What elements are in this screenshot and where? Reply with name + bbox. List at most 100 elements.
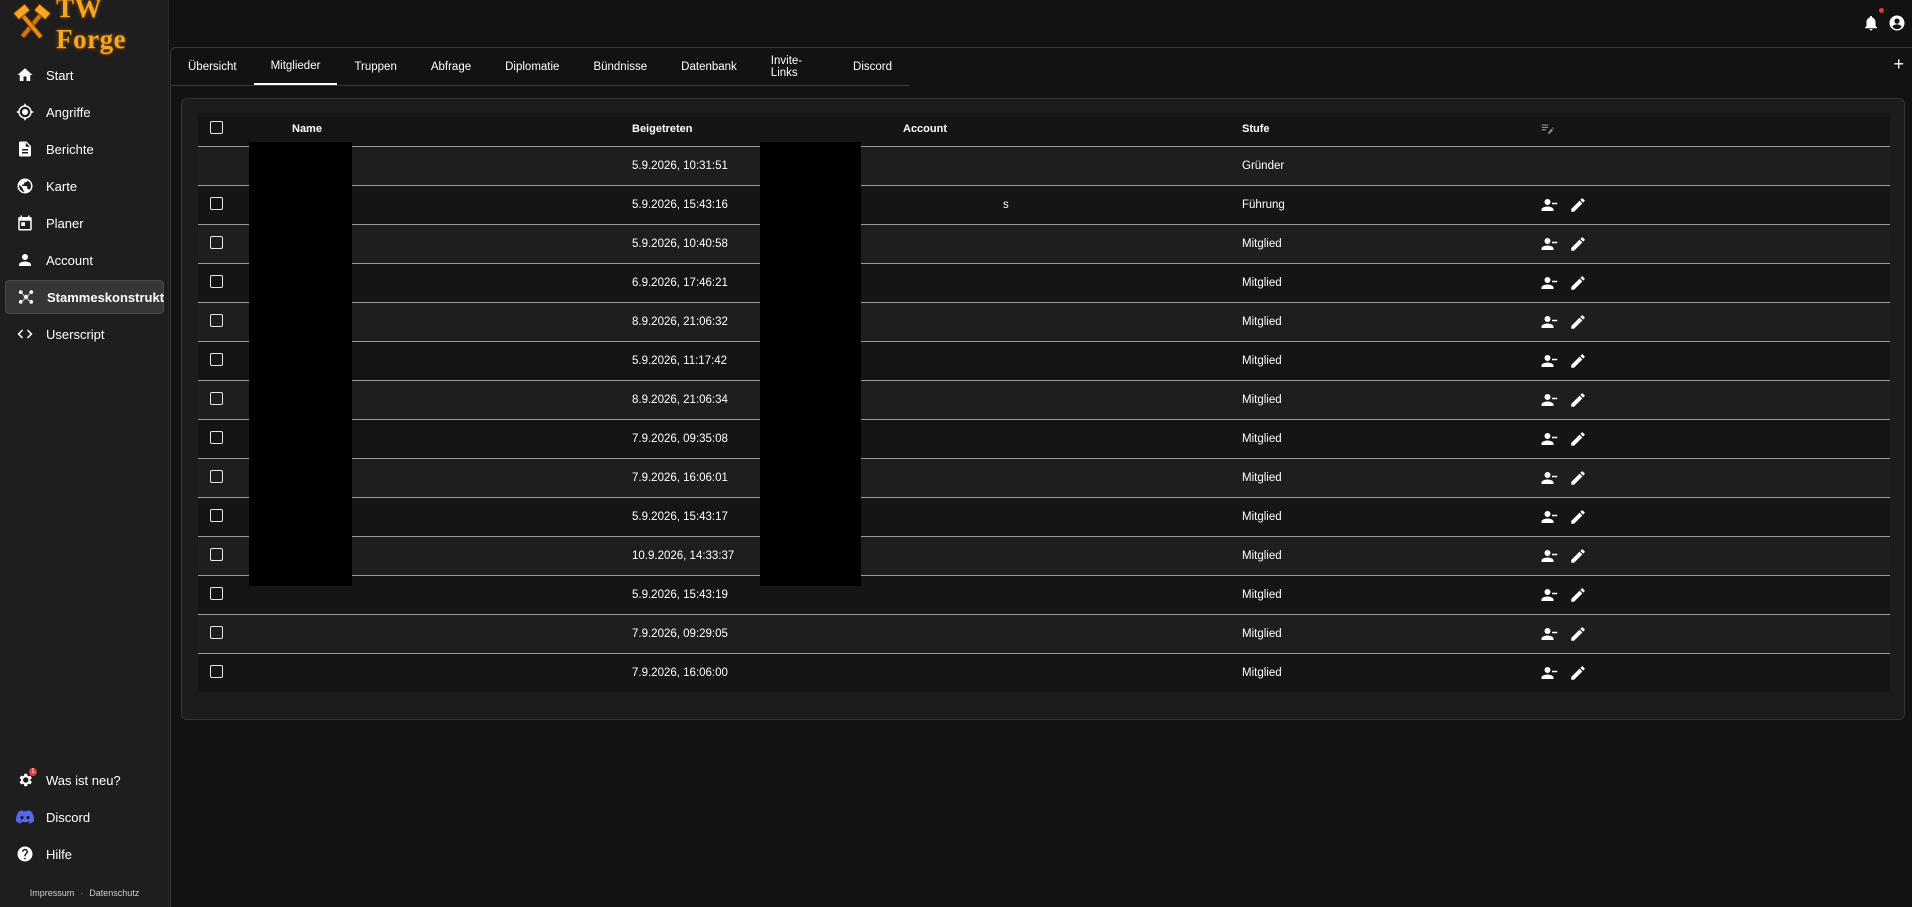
remove-member-icon[interactable] xyxy=(1539,391,1559,409)
row-checkbox[interactable] xyxy=(210,274,223,288)
sidebar-item-planer[interactable]: Planer xyxy=(5,206,164,240)
sidebar-item-karte[interactable]: Karte xyxy=(5,169,164,203)
sidebar-item-userscript[interactable]: Userscript xyxy=(5,317,164,351)
tab-discord[interactable]: Discord xyxy=(836,48,909,85)
row-checkbox[interactable] xyxy=(210,235,223,249)
table-row[interactable]: 7.9.2026, 09:29:05 Mitglied xyxy=(198,614,1890,653)
tab-bündnisse[interactable]: Bündnisse xyxy=(576,48,664,85)
tab-datenbank[interactable]: Datenbank xyxy=(664,48,754,85)
gear-notification-icon: 1 xyxy=(16,768,37,789)
table-row[interactable]: 6.9.2026, 17:46:21 Mitglied xyxy=(198,263,1890,302)
edit-pencil-icon[interactable] xyxy=(1569,625,1587,643)
notifications-button[interactable] xyxy=(1862,8,1884,35)
tab-truppen[interactable]: Truppen xyxy=(337,48,413,85)
sidebar-item-label: Userscript xyxy=(46,326,105,342)
column-header-rank[interactable]: Stufe xyxy=(1242,113,1539,146)
remove-member-icon[interactable] xyxy=(1539,196,1559,214)
table-row[interactable]: 5.9.2026, 15:43:16 s Führung xyxy=(198,185,1890,224)
table-row[interactable]: 8.9.2026, 21:06:32 Mitglied xyxy=(198,302,1890,341)
row-checkbox[interactable] xyxy=(210,196,223,210)
rank-cell: Mitglied xyxy=(1242,276,1282,289)
edit-pencil-icon[interactable] xyxy=(1569,547,1587,565)
row-checkbox[interactable] xyxy=(210,469,223,483)
rank-cell: Mitglied xyxy=(1242,393,1282,406)
row-checkbox[interactable] xyxy=(210,547,223,561)
edit-pencil-icon[interactable] xyxy=(1569,235,1587,253)
remove-member-icon[interactable] xyxy=(1539,547,1559,565)
app-logo[interactable]: TW Forge xyxy=(12,0,168,54)
tab-mitglieder[interactable]: Mitglieder xyxy=(253,48,338,85)
header-actions xyxy=(1862,8,1906,35)
remove-member-icon[interactable] xyxy=(1539,586,1559,604)
joined-cell: 7.9.2026, 09:29:05 xyxy=(632,627,728,640)
sidebar-item-berichte[interactable]: Berichte xyxy=(5,132,164,166)
profile-button[interactable] xyxy=(1888,14,1906,35)
row-checkbox[interactable] xyxy=(210,430,223,444)
tab-abfrage[interactable]: Abfrage xyxy=(414,48,488,85)
row-actions xyxy=(1539,508,1890,526)
datenschutz-link[interactable]: Datenschutz xyxy=(89,888,139,898)
table-row[interactable]: 8.9.2026, 21:06:34 Mitglied xyxy=(198,380,1890,419)
sidebar-item-hilfe[interactable]: Hilfe xyxy=(5,837,164,871)
remove-member-icon[interactable] xyxy=(1539,352,1559,370)
column-header-account[interactable]: Account xyxy=(903,113,1242,146)
table-row[interactable]: 7.9.2026, 16:06:00 Mitglied xyxy=(198,653,1890,692)
account-cell xyxy=(903,536,1242,575)
remove-member-icon[interactable] xyxy=(1539,274,1559,292)
edit-pencil-icon[interactable] xyxy=(1569,274,1587,292)
sidebar-item-was-ist-neu[interactable]: 1 Was ist neu? xyxy=(5,763,164,797)
brand-name: TW Forge xyxy=(56,0,127,54)
table-row[interactable]: 5.9.2026, 11:17:42 Mitglied xyxy=(198,341,1890,380)
row-checkbox[interactable] xyxy=(210,508,223,522)
tab-übersicht[interactable]: Übersicht xyxy=(171,48,254,85)
table-row[interactable]: 10.9.2026, 14:33:37 Mitglied xyxy=(198,536,1890,575)
edit-pencil-icon[interactable] xyxy=(1569,664,1587,682)
table-row[interactable]: 5.9.2026, 15:43:17 Mitglied xyxy=(198,497,1890,536)
row-checkbox[interactable] xyxy=(210,664,223,678)
impressum-link[interactable]: Impressum xyxy=(30,888,75,898)
sidebar-item-label: Stammeskonstrukt xyxy=(47,289,165,305)
remove-member-icon[interactable] xyxy=(1539,430,1559,448)
table-row[interactable]: 7.9.2026, 16:06:01 Mitglied xyxy=(198,458,1890,497)
edit-pencil-icon[interactable] xyxy=(1569,586,1587,604)
row-checkbox[interactable] xyxy=(210,352,223,366)
edit-pencil-icon[interactable] xyxy=(1569,469,1587,487)
remove-member-icon[interactable] xyxy=(1539,313,1559,331)
table-row[interactable]: 7.9.2026, 09:35:08 Mitglied xyxy=(198,419,1890,458)
tab-invite-links[interactable]: Invite-Links xyxy=(754,48,836,85)
edit-pencil-icon[interactable] xyxy=(1569,196,1587,214)
redacted-names-block xyxy=(249,142,352,586)
sidebar-item-discord[interactable]: Discord xyxy=(5,800,164,834)
sidebar-item-account[interactable]: Account xyxy=(5,243,164,277)
edit-pencil-icon[interactable] xyxy=(1569,352,1587,370)
sidebar-item-start[interactable]: Start xyxy=(5,58,164,92)
remove-member-icon[interactable] xyxy=(1539,235,1559,253)
select-all-checkbox[interactable] xyxy=(210,121,223,135)
row-checkbox[interactable] xyxy=(210,625,223,639)
edit-pencil-icon[interactable] xyxy=(1569,313,1587,331)
edit-pencil-icon[interactable] xyxy=(1569,508,1587,526)
crosshair-icon xyxy=(16,103,34,121)
remove-member-icon[interactable] xyxy=(1539,625,1559,643)
edit-list-icon[interactable] xyxy=(1539,121,1555,135)
row-checkbox[interactable] xyxy=(210,313,223,327)
sidebar-nav: Start Angriffe Berichte Karte Planer Account S… xyxy=(0,55,169,354)
remove-member-icon[interactable] xyxy=(1539,469,1559,487)
sidebar-item-angriffe[interactable]: Angriffe xyxy=(5,95,164,129)
remove-member-icon[interactable] xyxy=(1539,664,1559,682)
person-icon xyxy=(16,251,34,269)
row-checkbox[interactable] xyxy=(210,586,223,600)
edit-pencil-icon[interactable] xyxy=(1569,430,1587,448)
row-checkbox[interactable] xyxy=(210,391,223,405)
sidebar-item-stammeskonstrukt[interactable]: Stammeskonstrukt xyxy=(5,280,164,314)
table-row[interactable]: 5.9.2026, 10:40:58 Mitglied xyxy=(198,224,1890,263)
row-actions xyxy=(1539,235,1890,253)
tab-diplomatie[interactable]: Diplomatie xyxy=(488,48,576,85)
rank-cell: Führung xyxy=(1242,198,1285,211)
add-tab-button[interactable]: + xyxy=(1893,54,1904,75)
table-row[interactable]: 5.9.2026, 15:43:19 Mitglied xyxy=(198,575,1890,614)
edit-pencil-icon[interactable] xyxy=(1569,391,1587,409)
hub-icon xyxy=(17,288,35,306)
table-row[interactable]: 5.9.2026, 10:31:51 Gründer xyxy=(198,146,1890,185)
remove-member-icon[interactable] xyxy=(1539,508,1559,526)
